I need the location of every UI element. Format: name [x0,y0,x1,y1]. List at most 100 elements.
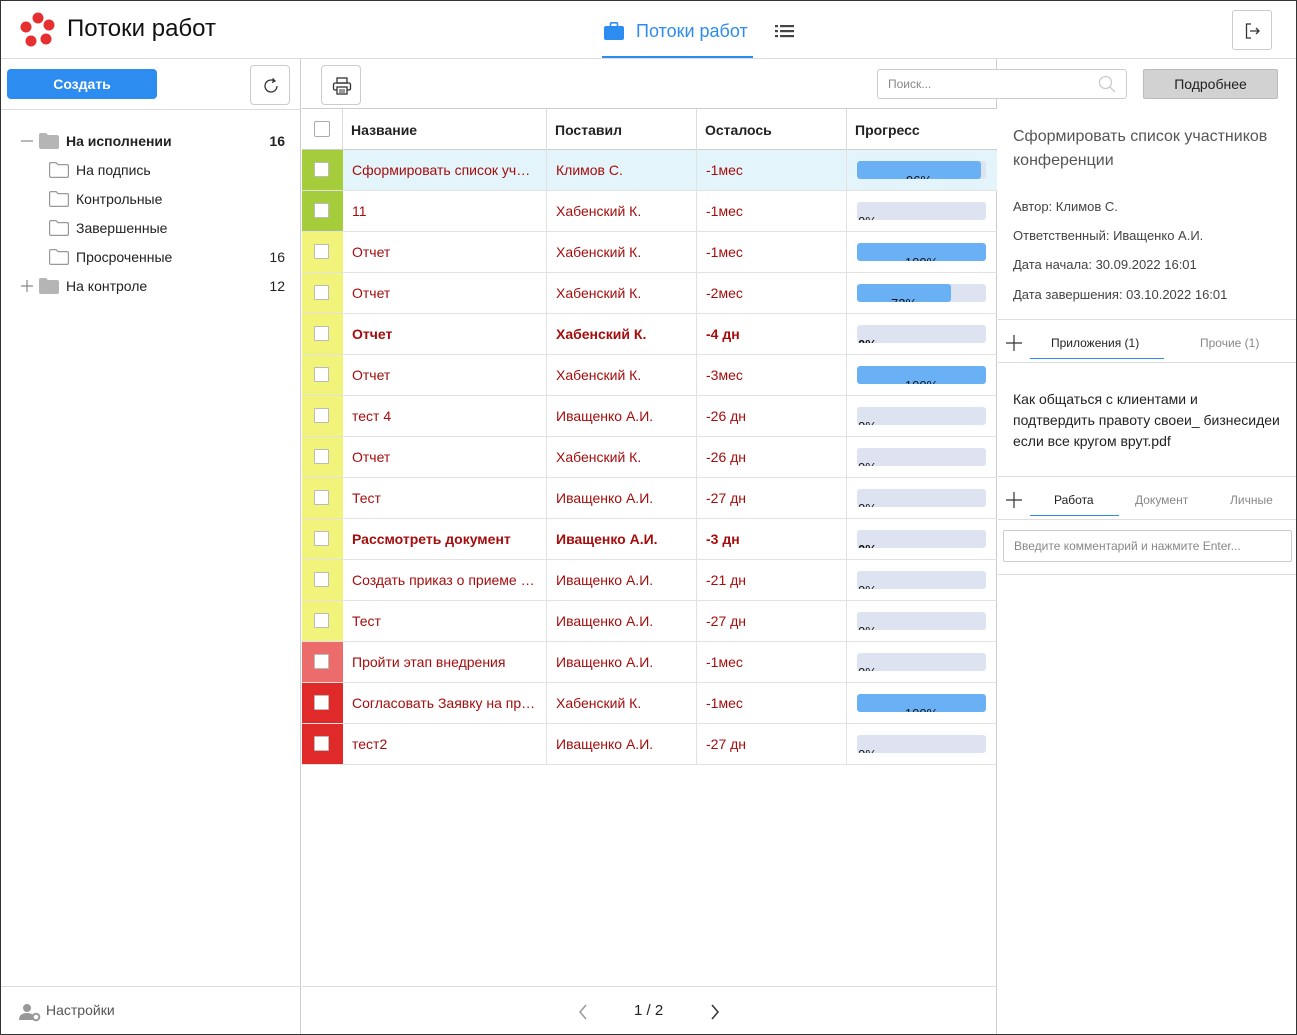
row-checkbox[interactable] [314,695,329,710]
tab-personal[interactable]: Личные [1230,493,1273,507]
row-checkbox[interactable] [314,244,329,259]
task-name[interactable]: Создать приказ о приеме на работу [352,572,538,588]
print-button[interactable] [321,65,361,105]
task-name[interactable]: тест 4 [352,408,391,424]
select-all-checkbox[interactable] [314,121,330,137]
status-color-stripe [302,519,343,559]
settings-link[interactable]: Настройки [1,986,300,1034]
tree-item-overdue[interactable]: Просроченные 16 [1,245,300,269]
table-row[interactable]: Отчет Хабенский К. -2мес 73% [302,273,997,314]
row-checkbox[interactable] [314,490,329,505]
table-row[interactable]: Пройти этап внедрения Иващенко А.И. -1мес 0… [302,642,997,683]
header-remaining[interactable]: Осталось [697,109,847,150]
table-row[interactable]: Тест Иващенко А.И. -27 дн 0% [302,478,997,519]
table-row[interactable]: Создать приказ о приеме на работу Иващенк… [302,560,997,601]
task-name[interactable]: Рассмотреть документ [352,531,511,547]
task-name[interactable]: Отчет [352,244,390,260]
table-row[interactable]: Тест Иващенко А.И. -27 дн 0% [302,601,997,642]
cell-remaining: -1мес [697,150,847,190]
row-checkbox[interactable] [314,531,329,546]
progress-label: 100% [857,706,986,712]
progress-label: 0% [858,624,877,630]
progress-label: 100% [857,255,986,261]
cell-progress: 0% [847,437,997,477]
assigned-by: Иващенко А.И. [556,736,654,752]
comment-input[interactable] [1003,530,1292,562]
table-row[interactable]: тест2 Иващенко А.И. -27 дн 0% [302,724,997,765]
time-remaining: -1мес [706,654,743,670]
tree-item-label: На исполнении [66,133,172,149]
task-name[interactable]: Отчет [352,326,392,342]
task-name[interactable]: тест2 [352,736,387,752]
task-name[interactable]: Согласовать Заявку на приобретение [352,695,538,711]
tab-attachments[interactable]: Приложения (1) [1051,336,1139,350]
table-row[interactable]: Сформировать список участников конференц… [302,150,997,191]
progress-bar: 0% [857,612,986,630]
table-row[interactable]: Отчет Хабенский К. -26 дн 0% [302,437,997,478]
refresh-button[interactable] [250,65,290,105]
cell-name: 11 [343,191,547,231]
time-remaining: -26 дн [706,408,747,424]
tree-item-completed[interactable]: Завершенные [1,216,300,240]
task-name[interactable]: Тест [352,490,381,506]
row-checkbox[interactable] [314,654,329,669]
header-name[interactable]: Название [343,109,547,150]
chevron-left-icon[interactable] [578,1004,588,1020]
table-header: Название Поставил Осталось Прогресс [302,108,997,150]
divider [998,519,1296,520]
table-row[interactable]: Рассмотреть документ Иващенко А.И. -3 дн 0% [302,519,997,560]
row-checkbox[interactable] [314,449,329,464]
task-name[interactable]: 11 [352,203,367,219]
list-view-icon[interactable] [775,24,794,38]
tree-item-on-control[interactable]: На контроле 12 [1,274,300,298]
time-remaining: -4 дн [706,326,740,342]
row-checkbox[interactable] [314,203,329,218]
status-color-stripe [302,642,343,682]
row-checkbox[interactable] [314,367,329,382]
logout-button[interactable] [1232,10,1272,50]
task-name[interactable]: Пройти этап внедрения [352,654,505,670]
row-checkbox[interactable] [314,285,329,300]
row-checkbox[interactable] [314,613,329,628]
row-checkbox[interactable] [314,326,329,341]
task-name[interactable]: Отчет [352,285,390,301]
table-row[interactable]: Отчет Хабенский К. -3мес 100% [302,355,997,396]
cell-progress: 0% [847,478,997,518]
row-checkbox[interactable] [314,572,329,587]
expand-icon[interactable] [20,279,34,293]
tree-item-label: На контроле [66,278,148,294]
add-attachment-icon[interactable] [1005,334,1023,352]
row-checkbox[interactable] [314,736,329,751]
assigned-by: Иващенко А.И. [556,654,654,670]
task-name[interactable]: Отчет [352,367,390,383]
table-row[interactable]: тест 4 Иващенко А.И. -26 дн 0% [302,396,997,437]
table-row[interactable]: Отчет Хабенский К. -4 дн 0% [302,314,997,355]
tab-work[interactable]: Работа [1054,493,1094,507]
tree-item-in-progress[interactable]: На исполнении 16 [1,129,300,153]
task-name[interactable]: Тест [352,613,381,629]
cell-name: Сформировать список участников конференц… [343,150,547,190]
cell-name: Рассмотреть документ [343,519,547,559]
chevron-right-icon[interactable] [710,1004,720,1020]
task-name[interactable]: Сформировать список участников конференц… [352,162,538,178]
status-color-stripe [302,232,343,272]
table-row[interactable]: Отчет Хабенский К. -1мес 100% [302,232,997,273]
row-checkbox[interactable] [314,408,329,423]
collapse-icon[interactable] [20,134,34,148]
add-comment-icon[interactable] [1005,491,1023,509]
tab-document[interactable]: Документ [1135,493,1188,507]
table-row[interactable]: Согласовать Заявку на приобретение Хабенс… [302,683,997,724]
header-progress[interactable]: Прогресс [847,109,997,150]
tree-item-control[interactable]: Контрольные [1,187,300,211]
header-assigned-by[interactable]: Поставил [547,109,697,150]
tab-other[interactable]: Прочие (1) [1200,336,1259,350]
table-row[interactable]: 11 Хабенский К. -1мес 0% [302,191,997,232]
tree-item-for-signature[interactable]: На подпись [1,158,300,182]
nav-tab-workflows[interactable]: Потоки работ [602,1,753,58]
attachment-file-link[interactable]: Как общаться с клиентами и подтвердить п… [1013,389,1283,452]
cell-name: Отчет [343,273,547,313]
row-checkbox[interactable] [314,162,329,177]
task-list-panel: Подробнее Название Поставил Осталось Про… [302,59,1278,1034]
task-name[interactable]: Отчет [352,449,390,465]
create-button[interactable]: Создать [7,69,157,99]
